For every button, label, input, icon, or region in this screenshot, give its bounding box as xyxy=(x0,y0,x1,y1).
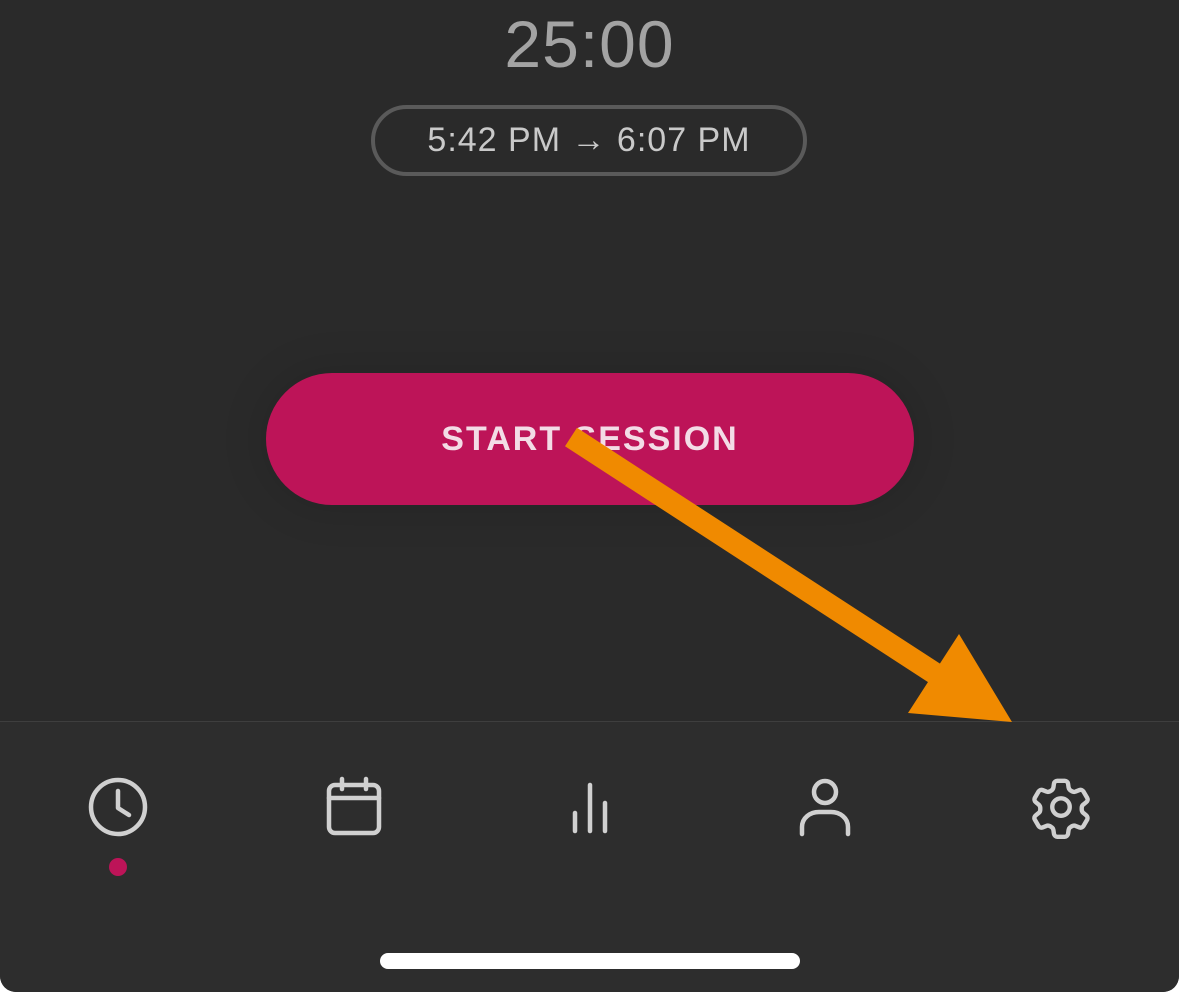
time-range-label: 5:42 PM → 6:07 PM xyxy=(427,121,751,159)
tab-calendar[interactable] xyxy=(309,762,399,852)
timer-screen: 25:00 5:42 PM → 6:07 PM START SESSION xyxy=(0,0,1179,992)
active-tab-indicator xyxy=(109,858,127,876)
bar-chart-icon xyxy=(558,775,622,839)
timer-display: 25:00 xyxy=(504,7,675,81)
home-indicator xyxy=(380,953,800,969)
calendar-icon xyxy=(322,775,386,839)
tab-timer[interactable] xyxy=(73,762,163,852)
tab-profile[interactable] xyxy=(780,762,870,852)
time-range-pill: 5:42 PM → 6:07 PM xyxy=(371,105,807,176)
tab-stats[interactable] xyxy=(545,762,635,852)
start-session-button[interactable]: START SESSION xyxy=(266,373,914,505)
gear-icon xyxy=(1026,772,1096,842)
start-session-label: START SESSION xyxy=(441,419,739,458)
person-icon xyxy=(793,775,857,839)
tab-bar xyxy=(0,721,1179,992)
clock-icon xyxy=(86,775,150,839)
tab-settings[interactable] xyxy=(1016,762,1106,852)
